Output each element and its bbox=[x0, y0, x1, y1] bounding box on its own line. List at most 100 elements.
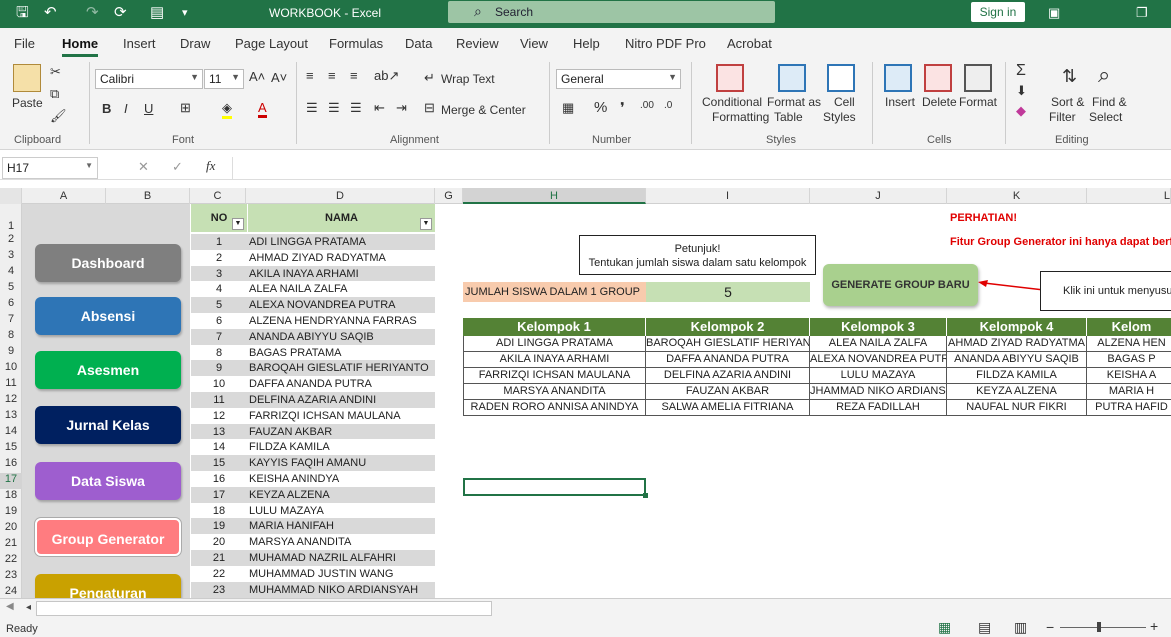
group-member-cell[interactable]: BAGAS P bbox=[1087, 352, 1171, 368]
row-header[interactable]: 16 bbox=[0, 457, 22, 473]
align-left-icon[interactable]: ☰ bbox=[306, 100, 318, 116]
group-member-cell[interactable]: MARSYA ANANDITA bbox=[463, 384, 646, 400]
fill-handle[interactable] bbox=[643, 493, 648, 498]
row-header[interactable]: 1 bbox=[0, 220, 22, 232]
row-header[interactable]: 7 bbox=[0, 313, 22, 329]
redo-icon[interactable]: ↷ bbox=[86, 5, 99, 21]
nav-button-asesmen[interactable]: Asesmen bbox=[35, 351, 181, 389]
group-member-cell[interactable]: ALZENA HEN bbox=[1087, 336, 1171, 352]
zoom-in-icon[interactable]: + bbox=[1150, 618, 1158, 634]
font-name-select[interactable]: Calibri ▼ bbox=[95, 69, 203, 89]
currency-icon[interactable]: ▦ bbox=[562, 100, 574, 116]
tab-home[interactable]: Home bbox=[62, 36, 98, 51]
restore-window-icon[interactable]: ❐ bbox=[1136, 5, 1148, 21]
row-header[interactable]: 23 bbox=[0, 569, 22, 585]
row-header[interactable]: 22 bbox=[0, 553, 22, 569]
group-member-cell[interactable]: RADEN RORO ANNISA ANINDYA bbox=[463, 400, 646, 416]
table-row[interactable]: 17 KEYZA ALZENA bbox=[191, 486, 435, 503]
row-header[interactable]: 11 bbox=[0, 377, 22, 393]
name-box[interactable]: H17 ▼ bbox=[2, 157, 98, 179]
paste-icon[interactable] bbox=[13, 64, 41, 92]
group-member-cell[interactable]: AKILA INAYA ARHAMI bbox=[463, 352, 646, 368]
increase-indent-icon[interactable]: ⇥ bbox=[396, 100, 407, 116]
sign-in-button[interactable]: Sign in bbox=[971, 2, 1025, 22]
group-member-cell[interactable]: ANANDA ABIYYU SAQIB bbox=[947, 352, 1087, 368]
merge-center-button[interactable]: Merge & Center bbox=[441, 103, 526, 117]
fill-icon[interactable]: ⬇ bbox=[1016, 83, 1027, 99]
insert-cells-icon[interactable] bbox=[884, 64, 912, 92]
table-row[interactable]: 7 ANANDA ABIYYU SAQIB bbox=[191, 328, 435, 345]
column-header[interactable]: B bbox=[106, 188, 190, 204]
delete-cells-label[interactable]: Delete bbox=[922, 95, 957, 109]
group-size-input[interactable]: 5 bbox=[646, 282, 810, 302]
search-box[interactable]: ⌕ Search bbox=[448, 1, 775, 23]
group-member-cell[interactable]: DELFINA AZARIA ANDINI bbox=[646, 368, 810, 384]
borders-icon[interactable]: ⊞ bbox=[180, 100, 191, 116]
align-top-icon[interactable]: ≡ bbox=[306, 68, 314, 83]
group-member-cell[interactable]: MARIA H bbox=[1087, 384, 1171, 400]
row-header[interactable]: 4 bbox=[0, 265, 22, 281]
row-header[interactable]: 15 bbox=[0, 441, 22, 457]
table-row[interactable]: 23 MUHAMMAD NIKO ARDIANSYAH bbox=[191, 581, 435, 598]
increase-decimal-icon[interactable]: .00 bbox=[640, 100, 654, 111]
table-row[interactable]: 14 FILDZA KAMILA bbox=[191, 439, 435, 456]
formula-input[interactable] bbox=[232, 157, 1171, 179]
filter-dropdown-icon[interactable]: ▼ bbox=[232, 218, 244, 230]
group-member-cell[interactable]: FILDZA KAMILA bbox=[947, 368, 1087, 384]
sort-filter-label-1[interactable]: Sort & bbox=[1051, 95, 1084, 109]
table-row[interactable]: 2 AHMAD ZIYAD RADYATMA bbox=[191, 249, 435, 266]
autosum-icon[interactable]: Σ bbox=[1016, 62, 1026, 80]
horizontal-scrollbar[interactable] bbox=[36, 601, 492, 616]
normal-view-icon[interactable]: ▦ bbox=[938, 619, 951, 636]
selected-cell-H17[interactable] bbox=[463, 478, 646, 496]
decrease-indent-icon[interactable]: ⇤ bbox=[374, 100, 385, 116]
row-header[interactable]: 20 bbox=[0, 521, 22, 537]
copy-icon[interactable]: ⧉ bbox=[50, 86, 59, 102]
fill-color-icon[interactable]: ◈ bbox=[222, 100, 232, 119]
row-header[interactable]: 9 bbox=[0, 345, 22, 361]
column-header[interactable]: K bbox=[947, 188, 1087, 204]
cell-styles-label-1[interactable]: Cell bbox=[834, 95, 855, 109]
group-member-cell[interactable]: ALEA NAILA ZALFA bbox=[810, 336, 947, 352]
table-row[interactable]: 22 MUHAMMAD JUSTIN WANG bbox=[191, 565, 435, 582]
page-break-view-icon[interactable]: ▥ bbox=[1014, 619, 1027, 636]
table-row[interactable]: 21 MUHAMAD NAZRIL ALFAHRI bbox=[191, 550, 435, 566]
cell-styles-icon[interactable] bbox=[827, 64, 855, 92]
decrease-font-icon[interactable]: A˅ bbox=[271, 70, 287, 85]
sort-filter-icon[interactable]: ⇅ bbox=[1062, 66, 1077, 87]
font-size-select[interactable]: 11 ▼ bbox=[204, 69, 244, 89]
nav-button-data-siswa[interactable]: Data Siswa bbox=[35, 462, 181, 500]
find-select-label-1[interactable]: Find & bbox=[1092, 95, 1127, 109]
column-header[interactable]: J bbox=[810, 188, 947, 204]
group-member-cell[interactable]: BAROQAH GIESLATIF HERIYANTO bbox=[646, 336, 810, 352]
group-member-cell[interactable]: AHMAD ZIYAD RADYATMA bbox=[947, 336, 1087, 352]
cut-icon[interactable]: ✂ bbox=[50, 64, 61, 80]
table-row[interactable]: 3 AKILA INAYA ARHAMI bbox=[191, 265, 435, 282]
page-layout-view-icon[interactable]: ▤ bbox=[978, 619, 991, 636]
table-row[interactable]: 19 MARIA HANIFAH bbox=[191, 518, 435, 535]
tab-help[interactable]: Help bbox=[573, 36, 600, 51]
autosave-icon[interactable]: ⟳ bbox=[114, 5, 127, 21]
table-row[interactable]: 15 KAYYIS FAQIH AMANU bbox=[191, 455, 435, 472]
insert-function-icon[interactable]: fx bbox=[206, 158, 215, 174]
wrap-text-icon[interactable]: ↵ bbox=[424, 70, 435, 86]
column-header[interactable]: A bbox=[22, 188, 106, 204]
group-member-cell[interactable]: SALWA AMELIA FITRIANA bbox=[646, 400, 810, 416]
row-header[interactable]: 14 bbox=[0, 425, 22, 441]
group-member-cell[interactable]: ADI LINGGA PRATAMA bbox=[463, 336, 646, 352]
tab-nitro[interactable]: Nitro PDF Pro bbox=[625, 36, 706, 51]
group-member-cell[interactable]: FARRIZQI ICHSAN MAULANA bbox=[463, 368, 646, 384]
italic-icon[interactable]: I bbox=[124, 101, 128, 116]
sort-filter-label-2[interactable]: Filter bbox=[1049, 110, 1076, 124]
nav-button-pengaturan[interactable]: Pengaturan bbox=[35, 574, 181, 598]
format-cells-label[interactable]: Format bbox=[959, 95, 997, 109]
group-member-cell[interactable]: KEISHA A bbox=[1087, 368, 1171, 384]
filter-dropdown-icon[interactable]: ▼ bbox=[420, 218, 432, 230]
nav-button-group-generator[interactable]: Group Generator bbox=[35, 518, 181, 556]
document-icon[interactable]: ▤ bbox=[150, 5, 164, 21]
table-row[interactable]: 12 FARRIZQI ICHSAN MAULANA bbox=[191, 407, 435, 424]
table-row[interactable]: 20 MARSYA ANANDITA bbox=[191, 534, 435, 551]
row-header[interactable]: 8 bbox=[0, 329, 22, 345]
column-header[interactable]: C bbox=[190, 188, 246, 204]
cancel-icon[interactable]: ✕ bbox=[138, 159, 149, 175]
